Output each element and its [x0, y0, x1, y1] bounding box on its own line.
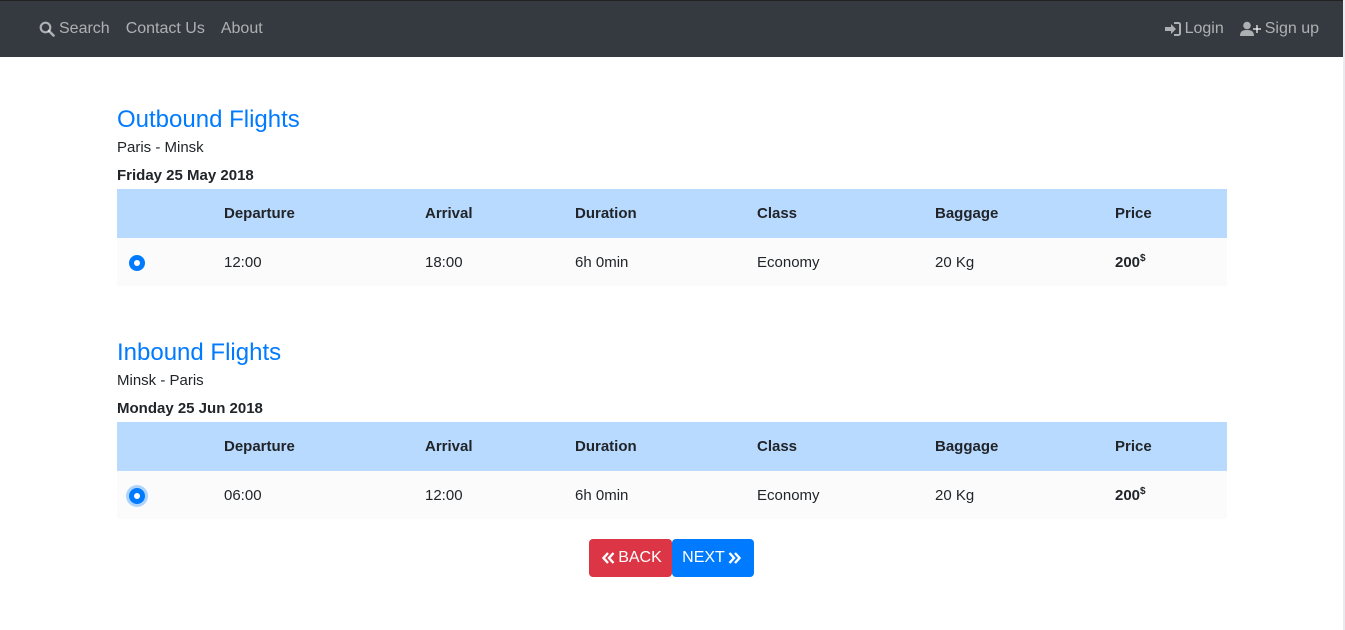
nav-left: Search Contact Us About [39, 20, 279, 38]
price-value: 200 [1115, 487, 1141, 504]
action-buttons: BACK NEXT [589, 539, 754, 577]
header-price: Price [1115, 438, 1152, 455]
header-duration: Duration [575, 205, 637, 222]
user-plus-icon [1239, 21, 1261, 36]
nav-login-label: Login [1184, 20, 1224, 37]
header-departure: Departure [224, 438, 295, 455]
nav-right: Login Sign up [1148, 20, 1319, 38]
back-button-label: BACK [618, 549, 662, 566]
inbound-table: Departure Arrival Duration Class Baggage… [117, 422, 1227, 519]
inbound-date: Monday 25 Jun 2018 [117, 400, 263, 417]
header-duration: Duration [575, 438, 637, 455]
flight-radio[interactable] [129, 254, 145, 271]
next-button[interactable]: NEXT [672, 539, 754, 577]
inbound-route: Minsk - Paris [117, 372, 204, 389]
table-row[interactable]: 06:00 12:00 6h 0min Economy 20 Kg 200$ [117, 471, 1227, 519]
header-select [117, 189, 224, 238]
departure-cell: 12:00 [224, 253, 262, 271]
inbound-title: Inbound Flights [117, 339, 282, 366]
nav-login-link[interactable]: Login [1164, 20, 1224, 38]
nav-contact-label: Contact Us [125, 20, 205, 37]
header-class: Class [757, 205, 798, 222]
baggage-cell: 20 Kg [935, 486, 975, 504]
sign-in-icon [1164, 22, 1181, 36]
outbound-table: Departure Arrival Duration Class Baggage… [117, 189, 1227, 286]
nav-contact-link[interactable]: Contact Us [126, 20, 205, 38]
table-row[interactable]: 12:00 18:00 6h 0min Economy 20 Kg 200$ [117, 238, 1227, 286]
table-header-row: Departure Arrival Duration Class Baggage… [117, 189, 1227, 238]
departure-cell: 06:00 [224, 486, 262, 504]
class-cell: Economy [757, 253, 820, 271]
header-arrival: Arrival [425, 205, 473, 222]
outbound-route: Paris - Minsk [117, 139, 204, 156]
baggage-cell: 20 Kg [935, 253, 975, 271]
nav-search-link[interactable]: Search [39, 20, 110, 38]
price-cell: 200$ [1115, 238, 1227, 286]
class-cell: Economy [757, 486, 820, 504]
double-chevron-right-icon [728, 552, 741, 564]
double-chevron-left-icon [602, 552, 615, 564]
currency-symbol: $ [1140, 486, 1146, 497]
header-arrival: Arrival [425, 438, 473, 455]
arrival-cell: 18:00 [425, 253, 463, 271]
arrival-cell: 12:00 [425, 486, 463, 504]
price-cell: 200$ [1115, 471, 1227, 519]
table-header-row: Departure Arrival Duration Class Baggage… [117, 422, 1227, 471]
header-baggage: Baggage [935, 205, 999, 222]
header-class: Class [757, 438, 798, 455]
search-icon [39, 21, 55, 37]
nav-signup-link[interactable]: Sign up [1239, 20, 1319, 38]
outbound-section: Outbound Flights Paris - Minsk Friday 25… [117, 106, 1227, 286]
duration-cell: 6h 0min [575, 253, 629, 271]
back-button[interactable]: BACK [589, 539, 672, 577]
outbound-date: Friday 25 May 2018 [117, 167, 254, 184]
header-departure: Departure [224, 205, 295, 222]
header-select [117, 422, 224, 471]
inbound-section: Inbound Flights Minsk - Paris Monday 25 … [117, 339, 1227, 519]
duration-cell: 6h 0min [575, 486, 629, 504]
nav-signup-label: Sign up [1264, 20, 1319, 37]
header-baggage: Baggage [935, 438, 999, 455]
next-button-label: NEXT [682, 549, 725, 566]
select-cell [117, 238, 224, 286]
header-price: Price [1115, 205, 1152, 222]
nav-search-label: Search [59, 20, 110, 37]
outbound-title: Outbound Flights [117, 106, 300, 133]
nav-about-link[interactable]: About [221, 20, 263, 38]
currency-symbol: $ [1140, 253, 1146, 264]
select-cell [117, 471, 224, 519]
price-value: 200 [1115, 254, 1141, 271]
nav-about-label: About [220, 20, 263, 37]
flight-radio[interactable] [129, 487, 145, 504]
top-navbar: Search Contact Us About Login Sign up [0, 0, 1343, 57]
